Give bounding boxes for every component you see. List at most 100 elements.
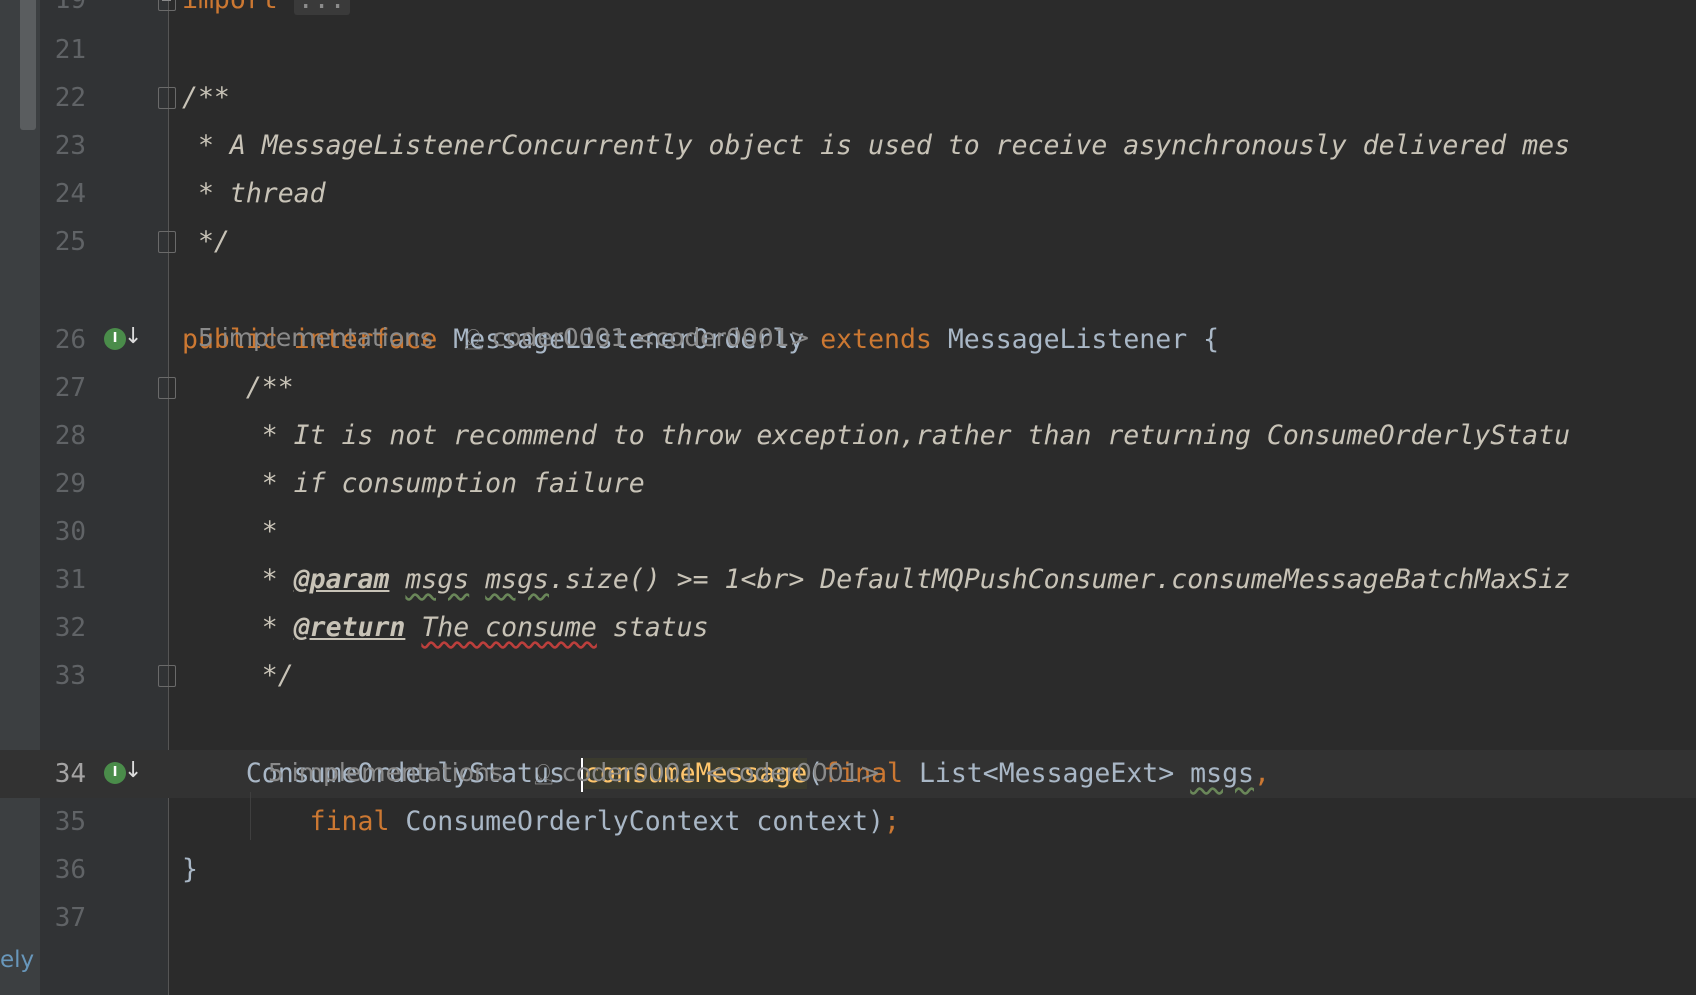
code-line[interactable]: 19 import ... — [0, 0, 1696, 24]
code-line[interactable]: 32 * @return The consume status — [0, 604, 1696, 652]
code-token: * — [182, 516, 278, 547]
inlay-hint-method[interactable]: 5 implementations 👤︎ coder0001 <coder0001> — [252, 701, 881, 798]
code-token: * — [182, 612, 294, 643]
line-number[interactable]: 33 — [40, 652, 86, 700]
author-hint[interactable]: coder0001 <coder0001> — [492, 323, 810, 352]
line-number[interactable]: 25 — [40, 218, 86, 266]
code-token: ConsumeOrderlyContext context) — [389, 806, 885, 837]
code-token: status — [596, 612, 709, 643]
code-text[interactable]: * @param msgs msgs.size() >= 1<br> Defau… — [182, 556, 1570, 604]
code-text[interactable]: /** — [182, 74, 230, 122]
code-token: .size() >= 1<br> DefaultMQPushConsumer.c… — [549, 564, 1571, 595]
code-text[interactable]: import ... — [182, 0, 350, 24]
line-number[interactable]: 35 — [40, 798, 86, 846]
code-token: MessageListener { — [931, 324, 1220, 355]
code-text[interactable]: * A MessageListenerConcurrently object i… — [182, 122, 1570, 170]
line-number[interactable]: 30 — [40, 508, 86, 556]
code-text[interactable]: } — [182, 846, 198, 894]
author-hint[interactable]: coder0001 <coder0001> — [562, 758, 880, 787]
code-token: /** — [182, 82, 230, 113]
code-token: @return — [293, 612, 406, 643]
code-token: List<MessageExt> — [902, 758, 1191, 789]
line-number[interactable]: 26 — [40, 316, 86, 364]
implementations-hint[interactable]: 5 implementations — [268, 758, 503, 787]
code-token: */ — [182, 660, 294, 691]
code-line[interactable]: 35 final ConsumeOrderlyContext context); — [0, 798, 1696, 846]
fold-toggle-icon[interactable] — [158, 0, 176, 11]
code-token: * if consumption failure — [182, 468, 645, 499]
fold-toggle-icon[interactable] — [158, 87, 176, 109]
code-line[interactable]: 37 — [0, 894, 1696, 942]
indent-guide — [250, 792, 251, 840]
line-number[interactable]: 32 — [40, 604, 86, 652]
code-text[interactable]: * @return The consume status — [182, 604, 709, 652]
code-line[interactable]: 27 /** — [0, 364, 1696, 412]
code-token: , — [1254, 758, 1270, 789]
line-number[interactable]: 37 — [40, 894, 86, 942]
line-number[interactable]: 24 — [40, 170, 86, 218]
code-token: * — [182, 564, 294, 595]
code-token: ; — [884, 806, 900, 837]
line-number[interactable]: 23 — [40, 122, 86, 170]
code-line[interactable]: 23 * A MessageListenerConcurrently objec… — [0, 122, 1696, 170]
tool-window-label[interactable]: ely — [0, 947, 34, 973]
inlay-hint-interface[interactable]: 5 implementations 👤︎ coder0001 <coder0001> — [182, 266, 811, 363]
code-token: final — [309, 806, 390, 837]
line-number[interactable]: 22 — [40, 74, 86, 122]
fold-toggle-icon[interactable] — [158, 231, 176, 253]
implementations-hint[interactable]: 5 implementations — [198, 323, 433, 352]
line-number[interactable]: 36 — [40, 846, 86, 894]
code-token: * A MessageListenerConcurrently object i… — [182, 130, 1571, 161]
code-text[interactable]: * thread — [182, 170, 326, 218]
line-number[interactable]: 29 — [40, 460, 86, 508]
author-icon: 👤︎ — [460, 327, 487, 351]
code-text[interactable]: */ — [182, 652, 294, 700]
code-text[interactable]: final ConsumeOrderlyContext context); — [182, 798, 900, 846]
code-text[interactable]: * if consumption failure — [182, 460, 645, 508]
code-token: } — [182, 854, 198, 885]
code-line[interactable]: 28 * It is not recommend to throw except… — [0, 412, 1696, 460]
code-line[interactable]: 33 */ — [0, 652, 1696, 700]
code-line[interactable]: 31 * @param msgs msgs.size() >= 1<br> De… — [0, 556, 1696, 604]
code-token: msgs — [405, 564, 470, 595]
code-token: * It is not recommend to throw exception… — [182, 420, 1571, 451]
code-line[interactable]: 25 */ — [0, 218, 1696, 266]
code-token: msgs — [1190, 758, 1254, 789]
code-line[interactable]: 22 /** — [0, 74, 1696, 122]
fold-toggle-icon[interactable] — [158, 665, 176, 687]
line-number[interactable]: 27 — [40, 364, 86, 412]
down-arrow-icon[interactable]: ↓ — [124, 756, 142, 786]
code-token: ... — [293, 0, 350, 15]
code-text[interactable]: * — [182, 508, 278, 556]
code-token: */ — [182, 226, 230, 257]
code-token: extends — [820, 324, 932, 355]
line-number[interactable]: 34 — [40, 750, 86, 798]
code-token: import — [182, 0, 278, 15]
code-token: * thread — [182, 178, 326, 209]
implemented-interface-icon[interactable]: I — [104, 328, 126, 350]
code-token: @param — [293, 564, 390, 595]
code-text[interactable]: * It is not recommend to throw exception… — [182, 412, 1570, 460]
code-line[interactable]: 29 * if consumption failure — [0, 460, 1696, 508]
fold-toggle-icon[interactable] — [158, 377, 176, 399]
down-arrow-icon[interactable]: ↓ — [124, 322, 142, 352]
line-number[interactable]: 28 — [40, 412, 86, 460]
code-line[interactable]: 21 — [0, 26, 1696, 74]
code-text[interactable]: /** — [182, 364, 294, 412]
code-line[interactable]: 24 * thread — [0, 170, 1696, 218]
code-token: msgs — [485, 564, 550, 595]
code-line[interactable]: 36} — [0, 846, 1696, 894]
code-line[interactable]: 30 * — [0, 508, 1696, 556]
author-icon: 👤︎ — [530, 762, 557, 786]
code-token: The consume — [421, 612, 597, 643]
line-number[interactable]: 31 — [40, 556, 86, 604]
code-text[interactable]: */ — [182, 218, 230, 266]
line-number[interactable]: 21 — [40, 26, 86, 74]
implemented-method-icon[interactable]: I — [104, 762, 126, 784]
line-number[interactable]: 19 — [40, 0, 86, 24]
